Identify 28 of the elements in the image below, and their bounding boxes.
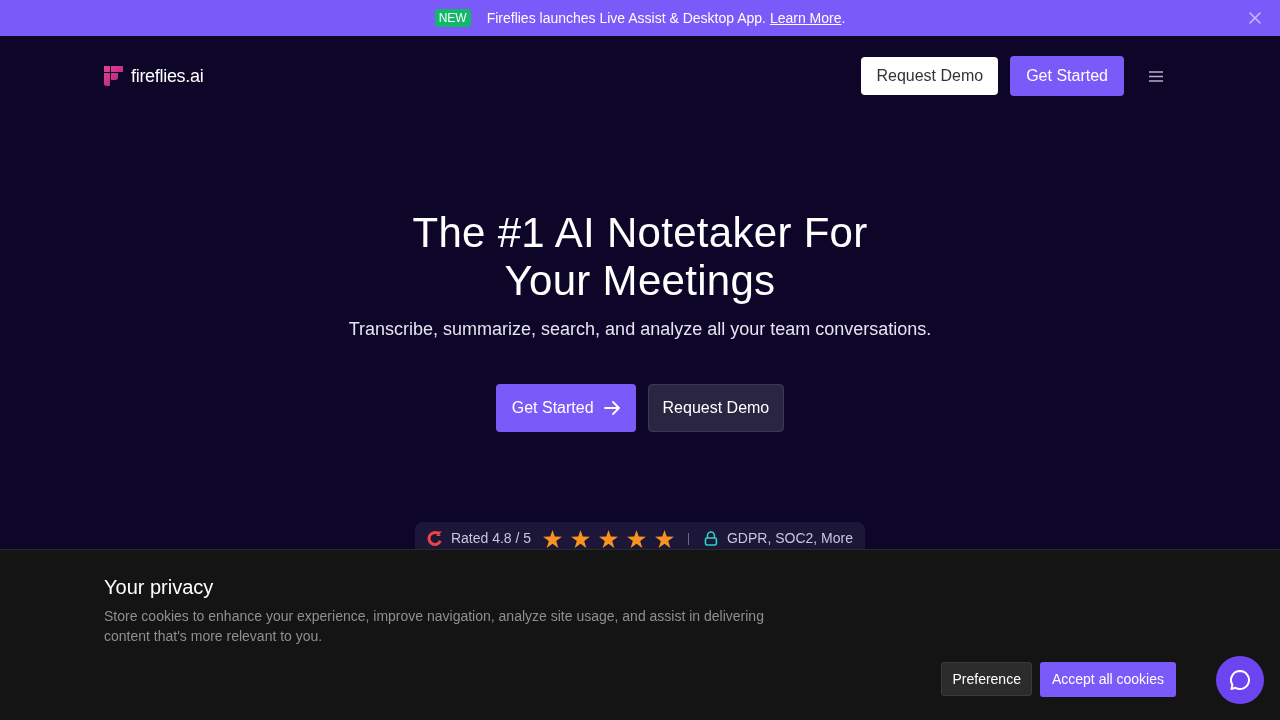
hero-subtitle: Transcribe, summarize, search, and analyze all your team conversations. <box>348 318 932 341</box>
request-demo-button[interactable]: Request Demo <box>861 57 999 95</box>
cookie-description: Store cookies to enhance your experience, improve navigation, analyze site usage, and assist in delivering content that's more relevant to you. <box>104 607 765 646</box>
cookie-title: Your privacy <box>104 575 214 600</box>
star-icon <box>655 530 675 548</box>
chat-bubble-icon <box>1229 669 1251 691</box>
star-icon <box>543 530 563 548</box>
star-icon <box>599 530 619 548</box>
close-icon <box>1249 12 1261 24</box>
announcement-text: Fireflies launches Live Assist & Desktop App. Learn More. <box>486 8 846 28</box>
star-icon <box>571 530 591 548</box>
accept-cookies-button[interactable]: Accept all cookies <box>1039 662 1176 697</box>
preference-button[interactable]: Preference <box>941 662 1032 696</box>
request-demo-button[interactable]: Request Demo <box>647 384 785 432</box>
get-started-button[interactable]: Get Started <box>495 384 636 432</box>
new-badge: NEW <box>434 9 471 27</box>
menu-icon <box>1149 70 1163 82</box>
get-started-button[interactable]: Get Started <box>1010 56 1124 96</box>
star-icon <box>627 530 647 548</box>
rating-logo-icon <box>427 530 443 546</box>
logo-icon <box>104 66 123 86</box>
logo-text: fireflies.ai <box>131 64 204 88</box>
hero-title: The #1 AI Notetaker For Your Meetings <box>411 209 869 305</box>
lock-icon <box>703 530 719 546</box>
divider-line <box>688 533 690 545</box>
rating-text: Rated 4.8 / 5 <box>450 530 532 546</box>
close-button[interactable] <box>1248 11 1262 25</box>
compliance-text: GDPR, SOC2, More <box>727 530 853 546</box>
